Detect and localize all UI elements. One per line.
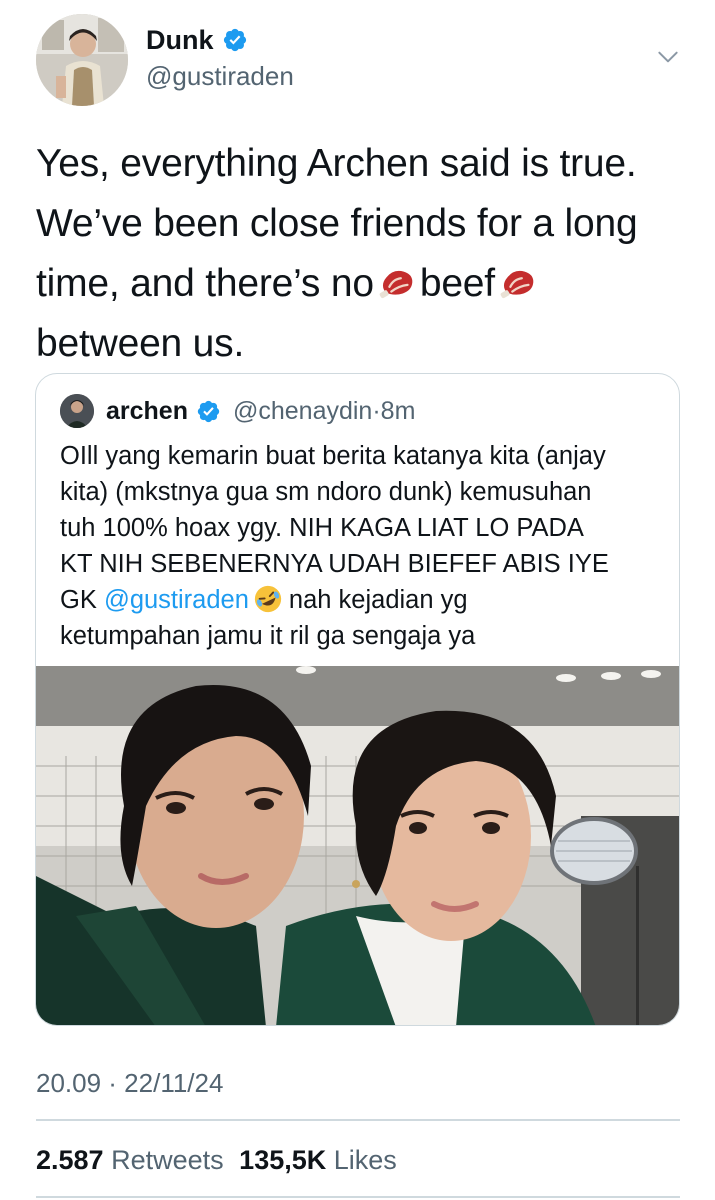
avatar-photo (36, 14, 128, 106)
quoted-author-avatar[interactable] (60, 394, 94, 428)
quoted-tweet-text: OIll yang kemarin buat berita katanya ki… (60, 438, 670, 654)
tweet-line-4: between us. (36, 322, 245, 365)
quoted-line-1: OIll yang kemarin buat berita katanya ki… (60, 442, 606, 470)
tweet-line-3-text: time, and there’s no (36, 262, 374, 305)
likes-label: Likes (333, 1145, 397, 1175)
tweet-text: Yes, everything Archen said is true. We’… (36, 134, 676, 374)
retweets-stat[interactable]: 2.587 Retweets (36, 1145, 224, 1175)
quoted-line-4: KT NIH SEBENERNYA UDAH BIEFEF ABIS IYE (60, 550, 609, 578)
quoted-line-2: kita) (mkstnya gua sm ndoro dunk) kemusu… (60, 478, 592, 506)
quoted-display-name[interactable]: archen (106, 397, 188, 426)
quoted-age: 8m (380, 396, 416, 425)
author-display-name[interactable]: Dunk (146, 24, 214, 56)
quoted-line-6: ketumpahan jamu it ril ga sengaja ya (60, 622, 476, 650)
meta-separator: · (372, 396, 381, 425)
divider (36, 1196, 680, 1198)
author-name-row: Dunk (146, 24, 248, 56)
quoted-line-5-text: GK (60, 586, 97, 614)
tweet-timestamp[interactable]: 20.09 · 22/11/24 (36, 1065, 223, 1101)
verified-badge-icon (197, 400, 220, 422)
quoted-tweet-card[interactable]: archen @chenaydin·8m OIll yang kemarin b… (35, 373, 680, 1026)
author-handle[interactable]: @gustiraden (146, 60, 294, 92)
quoted-line-3: tuh 100% hoax ygy. NIH KAGA LIAT LO PADA (60, 514, 584, 542)
quoted-avatar-photo (60, 394, 94, 428)
quoted-line-5: GK @gustiraden nah kejadian yg (60, 582, 670, 618)
likes-count: 135,5K (239, 1145, 327, 1175)
likes-stat[interactable]: 135,5K Likes (239, 1145, 397, 1175)
quoted-handle-meta: @chenaydin·8m (233, 397, 415, 426)
quoted-handle[interactable]: @chenaydin (233, 397, 372, 425)
meat-icon (379, 270, 413, 299)
verified-badge-icon (223, 28, 246, 52)
author-avatar[interactable] (36, 14, 128, 106)
quoted-tweet-photo[interactable] (36, 666, 680, 1026)
tweet-line-3-beef: beef (419, 262, 495, 305)
tweet-line-2: We’ve been close friends for a long (36, 202, 638, 245)
retweets-label: Retweets (111, 1145, 224, 1175)
rofl-emoji-icon (254, 585, 282, 613)
retweets-count: 2.587 (36, 1145, 104, 1175)
tweet-stats: 2.587 Retweets 135,5K Likes (36, 1142, 397, 1178)
meat-icon (500, 270, 534, 299)
quoted-line-5-tail: nah kejadian yg (288, 586, 468, 614)
mention-link[interactable]: @gustiraden (104, 586, 249, 614)
chevron-down-icon[interactable] (655, 44, 681, 70)
quoted-tweet-header: archen @chenaydin·8m (60, 394, 415, 428)
tweet-line-3: time, and there’s no beef (36, 254, 676, 314)
divider (36, 1119, 680, 1121)
tweet-line-1: Yes, everything Archen said is true. (36, 142, 637, 185)
